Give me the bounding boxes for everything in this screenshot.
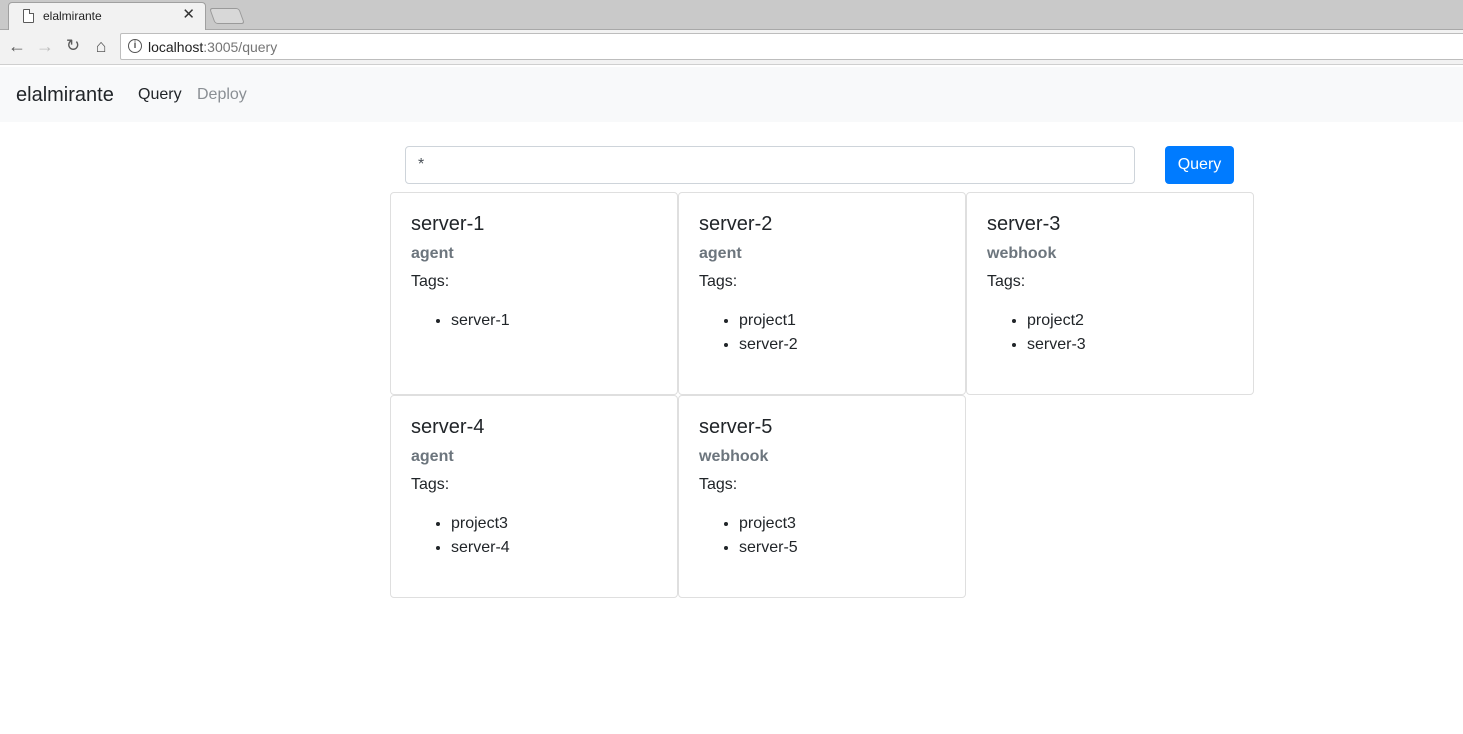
tags-label: Tags: <box>699 273 738 290</box>
home-icon[interactable]: ⌂ <box>90 35 112 57</box>
url-path: :3005/query <box>203 39 278 55</box>
address-bar[interactable]: i localhost:3005/query <box>120 33 1463 60</box>
server-card: server-4 agent Tags: project3 server-4 <box>390 395 678 598</box>
app-navbar: elalmirante Query Deploy <box>0 67 1463 122</box>
server-card: server-3 webhook Tags: project2 server-3 <box>966 192 1254 395</box>
forward-arrow-icon[interactable]: → <box>34 35 56 57</box>
tags-label: Tags: <box>411 476 450 493</box>
tag-item: project3 <box>451 512 657 536</box>
tags-label: Tags: <box>699 476 738 493</box>
new-tab-button[interactable] <box>209 8 245 24</box>
tag-item: server-1 <box>451 309 657 333</box>
tag-list: project3 server-4 <box>411 512 657 560</box>
back-arrow-icon[interactable]: ← <box>6 35 28 57</box>
card-subtitle: webhook <box>987 245 1057 262</box>
url-text: localhost:3005/query <box>148 39 277 55</box>
tag-item: project2 <box>1027 309 1233 333</box>
tag-list: project1 server-2 <box>699 309 945 357</box>
nav-link-deploy[interactable]: Deploy <box>197 86 247 104</box>
browser-tabstrip: elalmirante ✕ <box>0 0 1463 30</box>
tag-item: project1 <box>739 309 945 333</box>
tag-list: project3 server-5 <box>699 512 945 560</box>
brand-link[interactable]: elalmirante <box>16 84 114 107</box>
server-card: server-5 webhook Tags: project3 server-5 <box>678 395 966 598</box>
card-title: server-2 <box>699 213 773 235</box>
browser-tab[interactable]: elalmirante ✕ <box>8 2 206 30</box>
reload-icon[interactable]: ↻ <box>62 35 84 57</box>
tag-item: server-3 <box>1027 333 1233 357</box>
server-card-grid: server-1 agent Tags: server-1 server-2 a… <box>390 192 1254 598</box>
tag-list: server-1 <box>411 309 657 333</box>
info-icon[interactable]: i <box>128 39 142 53</box>
tag-item: project3 <box>739 512 945 536</box>
query-button[interactable]: Query <box>1165 146 1234 184</box>
tag-list: project2 server-3 <box>987 309 1233 357</box>
server-card: server-1 agent Tags: server-1 <box>390 192 678 395</box>
card-subtitle: agent <box>699 245 742 262</box>
server-card: server-2 agent Tags: project1 server-2 <box>678 192 966 395</box>
card-title: server-1 <box>411 213 485 235</box>
nav-link-query[interactable]: Query <box>138 86 182 104</box>
tag-item: server-5 <box>739 536 945 560</box>
card-title: server-4 <box>411 416 485 438</box>
browser-toolbar: ← → ↻ ⌂ i localhost:3005/query <box>0 30 1463 65</box>
url-host: localhost <box>148 39 204 55</box>
tags-label: Tags: <box>987 273 1026 290</box>
card-subtitle: webhook <box>699 448 769 465</box>
card-title: server-3 <box>987 213 1061 235</box>
card-subtitle: agent <box>411 245 454 262</box>
card-subtitle: agent <box>411 448 454 465</box>
tag-item: server-2 <box>739 333 945 357</box>
query-input[interactable] <box>405 146 1135 184</box>
tab-title: elalmirante <box>43 9 102 23</box>
document-icon <box>23 9 34 23</box>
close-icon[interactable]: ✕ <box>182 7 195 23</box>
tags-label: Tags: <box>411 273 450 290</box>
tag-item: server-4 <box>451 536 657 560</box>
card-title: server-5 <box>699 416 773 438</box>
